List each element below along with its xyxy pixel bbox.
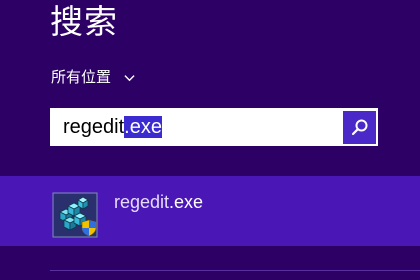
page-title: 搜索 [50,2,118,41]
search-result-item[interactable]: regedit.exe [0,176,420,246]
search-scope-label: 所有位置 [51,68,112,86]
search-result-label: regedit.exe [114,190,203,214]
registry-editor-icon [52,192,98,238]
result-name-base: regedit [114,192,170,212]
divider [50,270,420,271]
search-input-text[interactable]: regedit.exe [63,114,343,140]
search-scope-dropdown[interactable]: 所有位置 [51,66,135,88]
search-icon [351,119,367,136]
search-button[interactable] [343,110,376,144]
search-text-selected: .exe [124,116,162,138]
result-name-ext: .exe [169,192,204,212]
chevron-down-icon [124,74,135,81]
search-text-unselected: regedit [63,116,125,138]
search-input[interactable]: regedit.exe [50,108,378,146]
